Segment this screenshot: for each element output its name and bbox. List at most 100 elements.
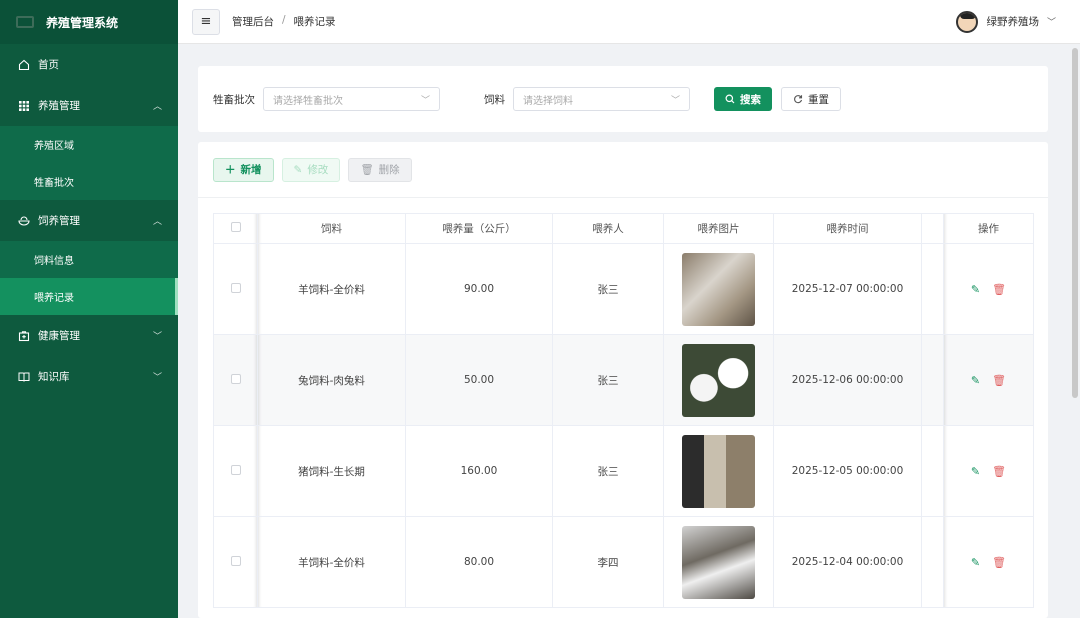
sidebar-item-knowledge[interactable]: 知识库 ﹀: [0, 356, 178, 397]
time-cell: 2025-12-04 00:00:00: [773, 516, 922, 608]
sidebar-item-feeding-record[interactable]: 喂养记录: [0, 278, 178, 315]
column-header-image[interactable]: 喂养图片: [663, 213, 774, 244]
trash-icon[interactable]: 🗑: [992, 283, 1006, 296]
sidebar-item-home[interactable]: 首页: [0, 44, 178, 85]
column-header-person[interactable]: 喂养人: [552, 213, 664, 244]
column-header-extra: [921, 213, 944, 244]
sidebar-item-batch[interactable]: 牲畜批次: [0, 163, 178, 200]
feed-placeholder: 请选择饲料: [523, 95, 573, 107]
hamburger-icon: ≡: [200, 14, 212, 29]
table-row: 猪饲料-生长期 160.00 张三 2025-12-05 00:00:00 ✎ 🗑: [213, 425, 1034, 517]
menu-toggle-button[interactable]: ≡: [192, 8, 220, 35]
app-title: 养殖管理系统: [46, 15, 119, 30]
search-button[interactable]: 搜索: [714, 87, 772, 111]
batch-label: 牲畜批次: [213, 93, 255, 106]
actions-cell: ✎ 🗑: [943, 516, 1034, 608]
actions-cell: ✎ 🗑: [943, 243, 1034, 335]
edit-icon[interactable]: ✎: [971, 374, 980, 387]
sidebar-item-area[interactable]: 养殖区域: [0, 126, 178, 163]
chevron-up-icon: ︿: [152, 102, 162, 112]
sidebar: 养殖管理系统 首页 养殖管理 ︿ 养殖区域 牲畜批次 饲养管理 ︿ 饲料信息 喂…: [0, 0, 178, 618]
toolbar: ＋ 新增 ✎ 修改 🗑 删除: [198, 142, 1048, 198]
sidebar-item-label: 养殖管理: [38, 100, 80, 112]
sidebar-item-label: 牲畜批次: [34, 178, 74, 189]
chevron-down-icon: ﹀: [670, 95, 680, 106]
row-checkbox[interactable]: [230, 373, 241, 384]
top-header: ≡ 管理后台 / 喂养记录 绿野养殖场 ﹀: [178, 0, 1080, 44]
amount-cell: 50.00: [405, 334, 553, 426]
grid-icon: [18, 100, 30, 112]
row-checkbox[interactable]: [230, 282, 241, 293]
person-cell: 张三: [552, 425, 664, 517]
chevron-down-icon: ﹀: [1046, 18, 1056, 28]
sidebar-item-feed-info[interactable]: 饲料信息: [0, 241, 178, 278]
search-icon: [725, 94, 735, 104]
feeding-photo[interactable]: [682, 525, 755, 599]
edit-button[interactable]: ✎ 修改: [281, 157, 341, 182]
feed-select[interactable]: 请选择饲料 ﹀: [513, 87, 690, 111]
extra-cell: [921, 243, 944, 335]
person-cell: 张三: [552, 334, 664, 426]
sidebar-item-label: 知识库: [38, 371, 70, 383]
search-panel: 牲畜批次 请选择牲畜批次 ﹀ 饲料 请选择饲料 ﹀ 搜索 重置: [198, 66, 1048, 132]
trash-icon[interactable]: 🗑: [992, 374, 1006, 387]
extra-cell: [921, 516, 944, 608]
edit-icon[interactable]: ✎: [971, 556, 980, 569]
row-select-cell: [213, 334, 258, 426]
refresh-icon: [794, 95, 803, 104]
user-name: 绿野养殖场: [986, 16, 1039, 28]
edit-icon[interactable]: ✎: [971, 465, 980, 478]
sidebar-item-feeding[interactable]: 饲养管理 ︿: [0, 200, 178, 241]
select-all-cell: [213, 213, 258, 244]
select-all-checkbox[interactable]: [230, 222, 241, 232]
add-button[interactable]: ＋ 新增: [213, 157, 274, 182]
feeding-record-table: 饲料 喂养量（公斤） 喂养人 喂养图片 喂养时间 操作 羊饲料-全价料 90.0…: [213, 213, 1034, 608]
row-checkbox[interactable]: [230, 555, 241, 566]
breadcrumb-separator: /: [282, 14, 286, 26]
row-select-cell: [213, 243, 258, 335]
edit-icon[interactable]: ✎: [971, 283, 980, 296]
table-panel: ＋ 新增 ✎ 修改 🗑 删除 饲料 喂养量（公斤） 喂养人 喂养图片 喂养时间: [198, 142, 1048, 618]
row-checkbox[interactable]: [230, 464, 241, 475]
table-header-row: 饲料 喂养量（公斤） 喂养人 喂养图片 喂养时间 操作: [213, 213, 1034, 244]
amount-cell: 160.00: [405, 425, 553, 517]
column-header-feed[interactable]: 饲料: [257, 213, 406, 244]
sidebar-item-label: 养殖区域: [34, 141, 74, 152]
feed-cell: 羊饲料-全价料: [257, 516, 406, 608]
brand: 养殖管理系统: [0, 0, 178, 44]
page-scrollbar[interactable]: [1072, 48, 1078, 398]
chevron-up-icon: ︿: [152, 217, 162, 227]
trash-icon[interactable]: 🗑: [992, 556, 1006, 569]
person-cell: 张三: [552, 243, 664, 335]
medkit-icon: [18, 330, 30, 342]
batch-select[interactable]: 请选择牲畜批次 ﹀: [263, 87, 440, 111]
column-header-amount[interactable]: 喂养量（公斤）: [405, 213, 553, 244]
delete-button-label: 删除: [378, 164, 400, 176]
delete-button[interactable]: 🗑 删除: [348, 157, 412, 182]
trash-icon: 🗑: [360, 164, 374, 176]
logo-icon: [16, 16, 34, 28]
edit-button-label: 修改: [307, 164, 329, 176]
feeding-photo[interactable]: [682, 252, 755, 326]
sidebar-item-label: 首页: [38, 59, 59, 71]
sidebar-item-health[interactable]: 健康管理 ﹀: [0, 315, 178, 356]
reset-button[interactable]: 重置: [781, 87, 841, 111]
image-cell: [663, 334, 774, 426]
column-header-actions: 操作: [943, 213, 1034, 244]
time-cell: 2025-12-07 00:00:00: [773, 243, 922, 335]
trash-icon[interactable]: 🗑: [992, 465, 1006, 478]
feed-cell: 兔饲料-肉兔料: [257, 334, 406, 426]
chevron-down-icon: ﹀: [420, 95, 430, 106]
user-menu[interactable]: 绿野养殖场 ﹀: [956, 10, 1056, 33]
edit-icon: ✎: [293, 163, 303, 176]
sidebar-item-breeding[interactable]: 养殖管理 ︿: [0, 85, 178, 126]
table-row: 羊饲料-全价料 80.00 李四 2025-12-04 00:00:00 ✎ 🗑: [213, 516, 1034, 608]
reset-button-label: 重置: [808, 93, 829, 106]
breadcrumb-item[interactable]: 管理后台: [232, 14, 274, 29]
column-header-time[interactable]: 喂养时间: [773, 213, 922, 244]
feeding-photo[interactable]: [682, 434, 755, 508]
batch-placeholder: 请选择牲畜批次: [273, 95, 343, 107]
feeding-photo[interactable]: [682, 343, 755, 417]
feed-cell: 猪饲料-生长期: [257, 425, 406, 517]
image-cell: [663, 425, 774, 517]
